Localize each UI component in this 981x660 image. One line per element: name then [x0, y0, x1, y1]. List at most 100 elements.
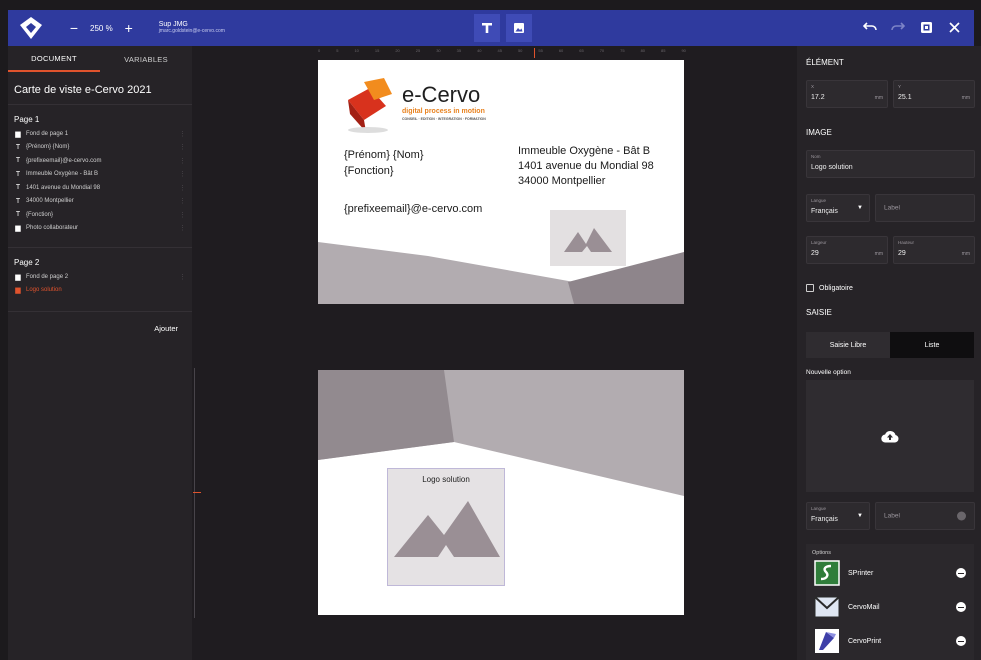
image-icon: ▆: [15, 273, 21, 281]
drag-handle-icon[interactable]: ⋮: [179, 211, 186, 219]
close-button[interactable]: [946, 18, 962, 36]
ruler-tick: 20: [395, 48, 400, 53]
layer-item-selected[interactable]: ▆ Logo solution: [8, 284, 192, 298]
add-option-icon[interactable]: [957, 511, 966, 521]
height-field-value: 29: [898, 250, 906, 257]
option-item[interactable]: CervoPrint: [806, 624, 974, 658]
user-email: jmarc.goldstein@e-cervo.com: [158, 28, 225, 35]
ruler-tick: 85: [661, 48, 666, 53]
tab-variables[interactable]: VARIABLES: [100, 46, 192, 72]
y-field-unit: mm: [961, 95, 970, 101]
language-select[interactable]: Langue Français ▼: [806, 194, 870, 222]
width-field[interactable]: Largeur 29 mm: [806, 236, 888, 264]
redo-button[interactable]: [890, 18, 906, 36]
design-canvas[interactable]: 0 5 10 15 20 25 30 35 40 45 50 55 60 65 …: [192, 46, 797, 660]
layer-item[interactable]: T 34000 Montpellier ⋮: [8, 195, 192, 209]
name-text: {Prénom} {Nom}: [344, 149, 424, 161]
layer-item[interactable]: T {Fonction} ⋮: [8, 208, 192, 222]
input-mode-toggle: Saisie Libre Liste: [806, 332, 974, 358]
layer-item[interactable]: T 1401 avenue du Mondial 98 ⋮: [8, 181, 192, 195]
option-language-label: Langue: [811, 506, 827, 511]
add-button[interactable]: Ajouter: [8, 311, 192, 345]
drag-handle-icon[interactable]: ⋮: [179, 157, 186, 165]
image-icon: ▆: [15, 287, 21, 295]
ruler-tick: 65: [579, 48, 584, 53]
option-language-select[interactable]: Langue Français ▼: [806, 502, 870, 530]
required-checkbox-label: Obligatoire: [819, 284, 853, 292]
document-panel: DOCUMENT VARIABLES Carte de viste e-Cerv…: [8, 46, 192, 660]
ruler-tick: 25: [415, 48, 421, 53]
layer-item[interactable]: T Immeuble Oxygène - Bât B ⋮: [8, 168, 192, 182]
upload-dropzone[interactable]: [806, 380, 974, 492]
drag-handle-icon[interactable]: ⋮: [179, 184, 186, 192]
photo-placeholder[interactable]: [550, 210, 626, 266]
ruler-tick: 80: [640, 48, 646, 53]
width-field-label: Largeur: [811, 240, 827, 245]
card-page-2[interactable]: Logo solution: [318, 370, 684, 615]
ruler-tick: 5: [336, 48, 339, 53]
properties-panel: ÉLÉMENT X 17.2 mm Y 25.1 mm IMAGE Nom Lo…: [797, 46, 981, 660]
option-label-field[interactable]: Label: [875, 502, 975, 530]
option-item[interactable]: CervoMail: [806, 590, 974, 624]
zoom-control: − 250 % +: [66, 20, 137, 36]
remove-option-icon[interactable]: [956, 636, 966, 646]
height-field[interactable]: Hauteur 29 mm: [893, 236, 975, 264]
ruler-tick: 50: [517, 48, 523, 53]
required-checkbox[interactable]: Obligatoire: [806, 284, 853, 292]
layer-label: {Prénom} {Nom}: [26, 144, 70, 151]
zoom-out-button[interactable]: −: [66, 20, 82, 36]
option-name: CervoMail: [848, 603, 880, 611]
add-image-button[interactable]: [506, 14, 532, 42]
app-logo-icon[interactable]: [14, 11, 48, 45]
undo-button[interactable]: [862, 18, 878, 36]
address-text-block[interactable]: Immeuble Oxygène - Bât B 1401 avenue du …: [518, 144, 654, 189]
layer-item[interactable]: T {prefixeemail}@e-cervo.com ⋮: [8, 154, 192, 168]
image-placeholder-icon: [394, 501, 500, 557]
height-field-label: Hauteur: [898, 240, 915, 245]
options-label: Options: [812, 550, 831, 556]
image-icon: ▆: [15, 130, 21, 138]
card-page-1[interactable]: e-Cervo digital process in motion CONSEI…: [318, 60, 684, 304]
logo-solution-element[interactable]: Logo solution: [387, 468, 505, 586]
name-field[interactable]: Nom Logo solution: [806, 150, 975, 178]
free-input-option[interactable]: Saisie Libre: [806, 332, 890, 358]
layer-item[interactable]: ▆ Fond de page 2 ⋮: [8, 270, 192, 284]
undo-icon: [863, 22, 877, 31]
page-1-title[interactable]: Page 1: [8, 105, 192, 127]
ruler-tick: 35: [456, 48, 462, 53]
drag-handle-icon[interactable]: ⋮: [179, 197, 186, 205]
ruler-tick: 70: [599, 48, 605, 53]
y-field[interactable]: Y 25.1 mm: [893, 80, 975, 108]
email-text[interactable]: {prefixeemail}@e-cervo.com: [344, 202, 482, 218]
layer-item[interactable]: ▆ Photo collaborateur ⋮: [8, 222, 192, 236]
remove-option-icon[interactable]: [956, 568, 966, 578]
drag-handle-icon[interactable]: ⋮: [179, 273, 186, 281]
page-2-title[interactable]: Page 2: [8, 248, 192, 270]
layer-item[interactable]: ▆ Fond de page 1 ⋮: [8, 127, 192, 141]
e-cervo-logo-icon: [348, 78, 392, 133]
drag-handle-icon[interactable]: ⋮: [179, 130, 186, 138]
name-text-block[interactable]: {Prénom} {Nom} {Fonction}: [344, 148, 424, 180]
add-text-button[interactable]: [474, 14, 500, 42]
ruler-marker: [193, 492, 201, 493]
drag-handle-icon[interactable]: ⋮: [179, 224, 186, 232]
option-item[interactable]: SPrinter: [806, 556, 974, 590]
zoom-in-button[interactable]: +: [121, 20, 137, 36]
list-option[interactable]: Liste: [890, 332, 974, 358]
layer-label: Logo solution: [26, 287, 62, 294]
checkbox-box[interactable]: [806, 284, 814, 292]
x-field[interactable]: X 17.2 mm: [806, 80, 888, 108]
layer-item[interactable]: T {Prénom} {Nom} ⋮: [8, 141, 192, 155]
image-section-title: IMAGE: [806, 128, 832, 137]
brand-block[interactable]: e-Cervo digital process in motion CONSEI…: [344, 78, 486, 134]
ruler-tick: 90: [681, 48, 686, 53]
save-button[interactable]: [918, 18, 934, 36]
tab-document[interactable]: DOCUMENT: [8, 46, 100, 72]
remove-option-icon[interactable]: [956, 602, 966, 612]
label-field[interactable]: Label: [875, 194, 975, 222]
drag-handle-icon[interactable]: ⋮: [179, 170, 186, 178]
layer-label: 1401 avenue du Mondial 98: [26, 184, 101, 191]
user-info[interactable]: Sup JMG jmarc.goldstein@e-cervo.com: [159, 21, 225, 34]
ruler-tick: 60: [558, 48, 564, 53]
drag-handle-icon[interactable]: ⋮: [179, 143, 186, 151]
